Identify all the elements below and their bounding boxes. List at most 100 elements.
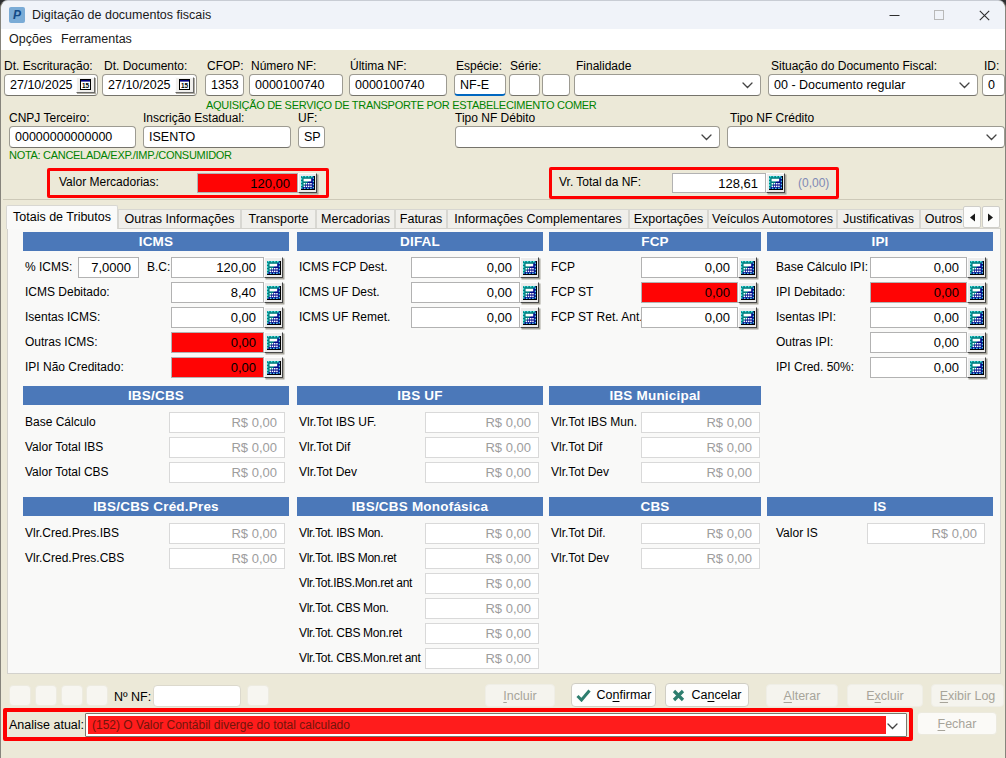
fcp-row-2-fieldwrap: 0,00 [641, 307, 757, 328]
fcp-row-0-calculator-button[interactable] [738, 257, 757, 278]
difal-row-0-fieldwrap: 0,00 [411, 257, 539, 278]
difal-row-2-calculator-button[interactable] [520, 307, 539, 328]
icms-row-2-calculator-button[interactable] [264, 332, 283, 353]
ipi-row-2-calculator-button[interactable] [967, 307, 986, 328]
fcp-row-2-field[interactable]: 0,00 [641, 307, 738, 328]
icms-bc-label: B.C: [147, 257, 170, 278]
calculator-icon [970, 336, 984, 350]
calculator-icon [267, 286, 281, 300]
cbs-row-0-field: R$ 0,00 [641, 523, 760, 544]
ipi-row-0-label: Base Cálculo IPI: [776, 257, 868, 278]
fcp-row-2-calculator-button[interactable] [738, 307, 757, 328]
icms-row-1-field[interactable]: 0,00 [171, 307, 264, 328]
icms-row-3-calculator-button[interactable] [264, 357, 283, 378]
cbs-row-1-field: R$ 0,00 [641, 548, 760, 569]
calculator-icon [970, 286, 984, 300]
ipi-row-2-label: Isentas IPI: [776, 307, 836, 328]
icms-row-0-field[interactable]: 8,40 [171, 282, 264, 303]
group-is-header: IS [767, 497, 993, 516]
icms-row-0-calculator-button[interactable] [264, 282, 283, 303]
group-icms-header: ICMS [23, 232, 289, 251]
ipi-row-4-calculator-button[interactable] [967, 357, 986, 378]
difal-row-2-label: ICMS UF Remet. [299, 307, 390, 328]
difal-row-2-field[interactable]: 0,00 [411, 307, 520, 328]
ipi-row-1-field[interactable]: 0,00 [870, 282, 967, 303]
icms-row-3-field[interactable]: 0,00 [171, 357, 264, 378]
icms-row-0-fieldwrap: 8,40 [171, 282, 283, 303]
difal-row-0-calculator-button[interactable] [520, 257, 539, 278]
ipi-row-0-field[interactable]: 0,00 [870, 257, 967, 278]
tab-page-totais-de-tributos: ICMS % ICMS: 7,0000 B.C: 120,00 ICMS Deb… [7, 228, 1001, 674]
ipi-row-2-field[interactable]: 0,00 [870, 307, 967, 328]
fcp-row-0-field[interactable]: 0,00 [641, 257, 738, 278]
is-row-0-label: Valor IS [776, 523, 818, 544]
tab-totais-de-tributos[interactable]: Totais de Tributos [6, 205, 118, 229]
group-ibsuf-header: IBS UF [297, 386, 543, 405]
icms-bc-field[interactable]: 120,00 [171, 257, 264, 278]
icms-row-2-fieldwrap: 0,00 [171, 332, 283, 353]
credpres-row-0-label: Vlr.Cred.Pres.IBS [25, 523, 119, 544]
fcp-row-1-calculator-button[interactable] [738, 282, 757, 303]
ibsuf-row-0-label: Vlr.Tot IBS UF. [299, 412, 376, 433]
difal-row-1-calculator-button[interactable] [520, 282, 539, 303]
monofasica-row-2-field: R$ 0,00 [425, 573, 539, 594]
fcp-row-0-label: FCP [551, 257, 575, 278]
difal-row-1-label: ICMS UF Dest. [299, 282, 380, 303]
ipi-row-1-fieldwrap: 0,00 [870, 282, 986, 303]
ibscbs-row-1-label: Valor Total IBS [25, 437, 103, 458]
tab-scroll-left-button[interactable] [963, 206, 981, 228]
ibsmun-row-0-field: R$ 0,00 [641, 412, 760, 433]
form-area: Dt. Escrituração: Dt. Documento: CFOP: N… [1, 50, 1005, 743]
monofasica-row-5-label: Vlr.Tot. CBS.Mon.ret ant [299, 648, 421, 669]
icms-row-0-label: ICMS Debitado: [25, 282, 110, 303]
monofasica-row-4-field: R$ 0,00 [425, 623, 539, 644]
calculator-icon [523, 261, 537, 275]
tab-scroll-right-button[interactable] [982, 206, 1000, 228]
difal-row-2-fieldwrap: 0,00 [411, 307, 539, 328]
fcp-row-0-fieldwrap: 0,00 [641, 257, 757, 278]
ipi-row-1-calculator-button[interactable] [967, 282, 986, 303]
icms-row-3-fieldwrap: 0,00 [171, 357, 283, 378]
icms-row-1-fieldwrap: 0,00 [171, 307, 283, 328]
fcp-row-1-field[interactable]: 0,00 [641, 282, 738, 303]
calculator-icon [970, 361, 984, 375]
difal-row-1-field[interactable]: 0,00 [411, 282, 520, 303]
calculator-icon [267, 361, 281, 375]
calculator-icon [970, 261, 984, 275]
ibsmun-row-1-label: Vlr.Tot Dif [551, 437, 602, 458]
group-credpres-header: IBS/CBS Créd.Pres [23, 497, 289, 516]
calculator-icon [741, 311, 755, 325]
ibscbs-row-2-label: Valor Total CBS [25, 462, 109, 483]
fcp-row-2-label: FCP ST Ret. Ant. [551, 307, 643, 328]
fcp-row-1-label: FCP ST [551, 282, 593, 303]
ibsuf-row-1-label: Vlr.Tot Dif [299, 437, 350, 458]
monofasica-row-4-label: Vlr.Tot. CBS Mon.ret [299, 623, 402, 644]
icms-row-3-label: IPI Não Creditado: [25, 357, 124, 378]
group-monofasica-header: IBS/CBS Monofásica [297, 497, 543, 516]
ipi-row-2-fieldwrap: 0,00 [870, 307, 986, 328]
difal-row-1-fieldwrap: 0,00 [411, 282, 539, 303]
ibsuf-row-2-label: Vlr.Tot Dev [299, 462, 357, 483]
icms-pct-field[interactable]: 7,0000 [78, 257, 139, 278]
ibsuf-row-2-field: R$ 0,00 [425, 462, 539, 483]
group-cbs-header: CBS [549, 497, 761, 516]
monofasica-row-3-label: Vlr.Tot. CBS Mon. [299, 598, 389, 619]
ibscbs-row-0-label: Base Cálculo [25, 412, 96, 433]
icms-row-1-calculator-button[interactable] [264, 307, 283, 328]
ibsmun-row-2-label: Vlr.Tot Dev [551, 462, 609, 483]
ibscbs-row-1-field: R$ 0,00 [169, 437, 285, 458]
icms-row-2-field[interactable]: 0,00 [171, 332, 264, 353]
ipi-row-4-field[interactable]: 0,00 [870, 357, 967, 378]
ipi-row-0-fieldwrap: 0,00 [870, 257, 986, 278]
ibsuf-row-0-field: R$ 0,00 [425, 412, 539, 433]
ipi-row-3-calculator-button[interactable] [967, 332, 986, 353]
difal-row-0-field[interactable]: 0,00 [411, 257, 520, 278]
ibsmun-row-0-label: Vlr.Tot IBS Mun. [551, 412, 637, 433]
ipi-row-0-calculator-button[interactable] [967, 257, 986, 278]
icms-bc-calculator-button[interactable] [264, 257, 283, 278]
ibsuf-row-1-field: R$ 0,00 [425, 437, 539, 458]
calculator-icon [267, 336, 281, 350]
ipi-row-3-field[interactable]: 0,00 [870, 332, 967, 353]
credpres-row-1-field: R$ 0,00 [169, 548, 285, 569]
ipi-row-3-label: Outras IPI: [776, 332, 833, 353]
